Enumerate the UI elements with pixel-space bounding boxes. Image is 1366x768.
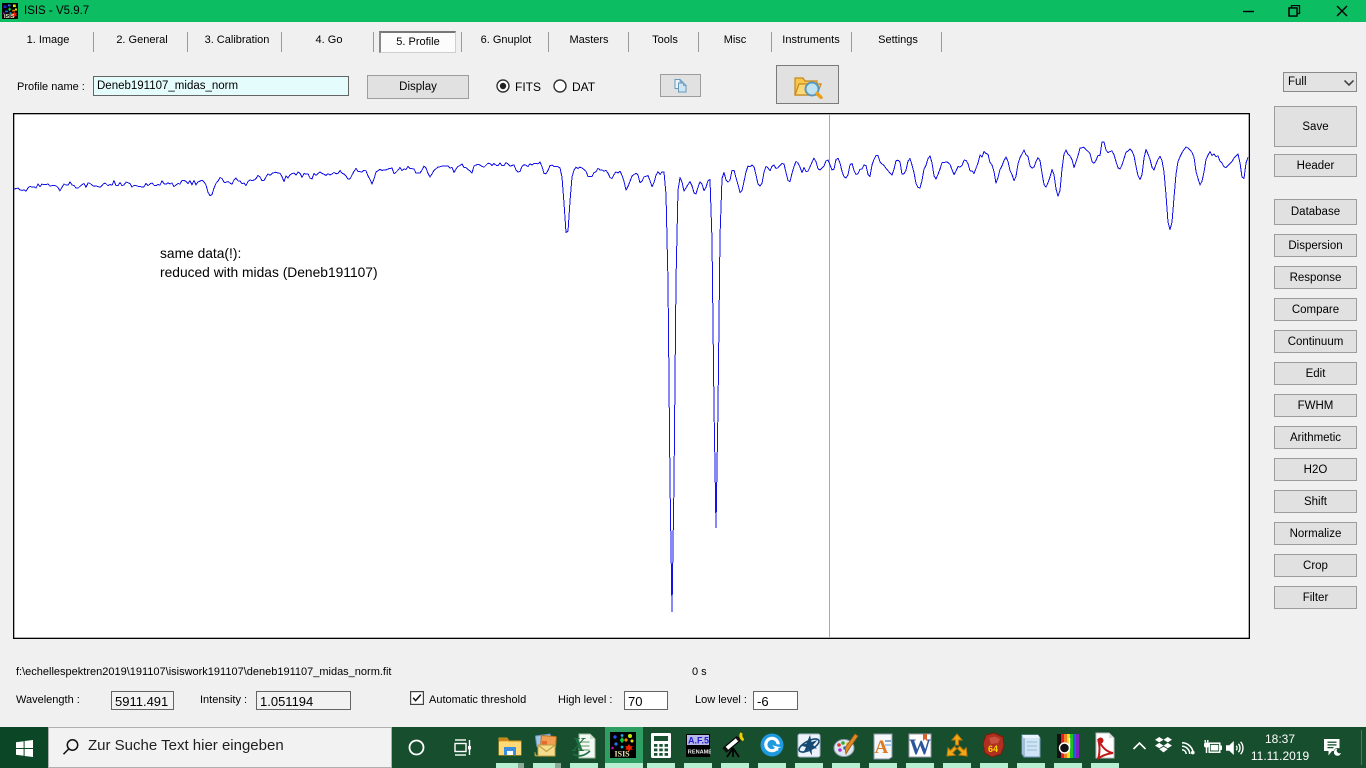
svg-text:W: W xyxy=(909,734,931,759)
svg-text:ISIS: ISIS xyxy=(615,750,631,759)
svg-text:ISIS: ISIS xyxy=(4,14,15,19)
svg-text:A.F.5: A.F.5 xyxy=(688,736,709,746)
svg-text:same data(!):: same data(!): xyxy=(160,246,241,261)
svg-text:X: X xyxy=(571,734,586,756)
svg-text:reduced with midas (Deneb19110: reduced with midas (Deneb191107) xyxy=(160,265,378,280)
svg-text:RENAME: RENAME xyxy=(688,750,711,756)
svg-text:64: 64 xyxy=(988,744,998,754)
